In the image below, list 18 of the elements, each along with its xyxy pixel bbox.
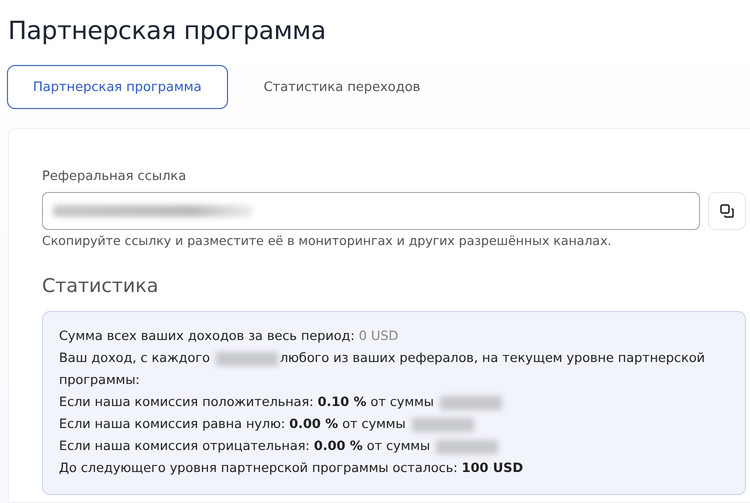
statistics-line: До следующего уровня партнерской программы осталось: 100 USD [59, 461, 524, 476]
section-title: Статистика [42, 275, 158, 297]
statistics-line: любого из ваших рефералов, на текущем уровне партнерской [280, 351, 705, 366]
statistics-line: Ваш доход, с каждого [59, 351, 210, 366]
statistics-line: программы: [59, 373, 140, 388]
tab[interactable]: Партнерская программа [7, 65, 228, 109]
statistics-line: Если наша комиссия положительная: 0.10 % от суммы [59, 395, 434, 410]
referral-link-field[interactable] [42, 192, 700, 230]
page-title: Партнерская программа [7, 15, 327, 45]
statistics-line: Сумма всех ваших доходов за весь период: [59, 329, 355, 344]
income-amount: 0 USD [358, 329, 398, 344]
copy-icon [720, 204, 734, 218]
statistics-line: Если наша комиссия отрицательная: 0.00 % от суммы [59, 439, 430, 454]
field-label: Реферальная ссылка [42, 169, 186, 184]
statistics-line: Если наша комиссия равна нулю: 0.00 % от суммы [59, 417, 406, 432]
tab[interactable]: Статистика переходов [238, 65, 446, 109]
field-hint: Скопируйте ссылку и разместите её в мониторингах и других разрешённых каналах. [42, 233, 612, 248]
copy-button[interactable] [708, 192, 746, 230]
